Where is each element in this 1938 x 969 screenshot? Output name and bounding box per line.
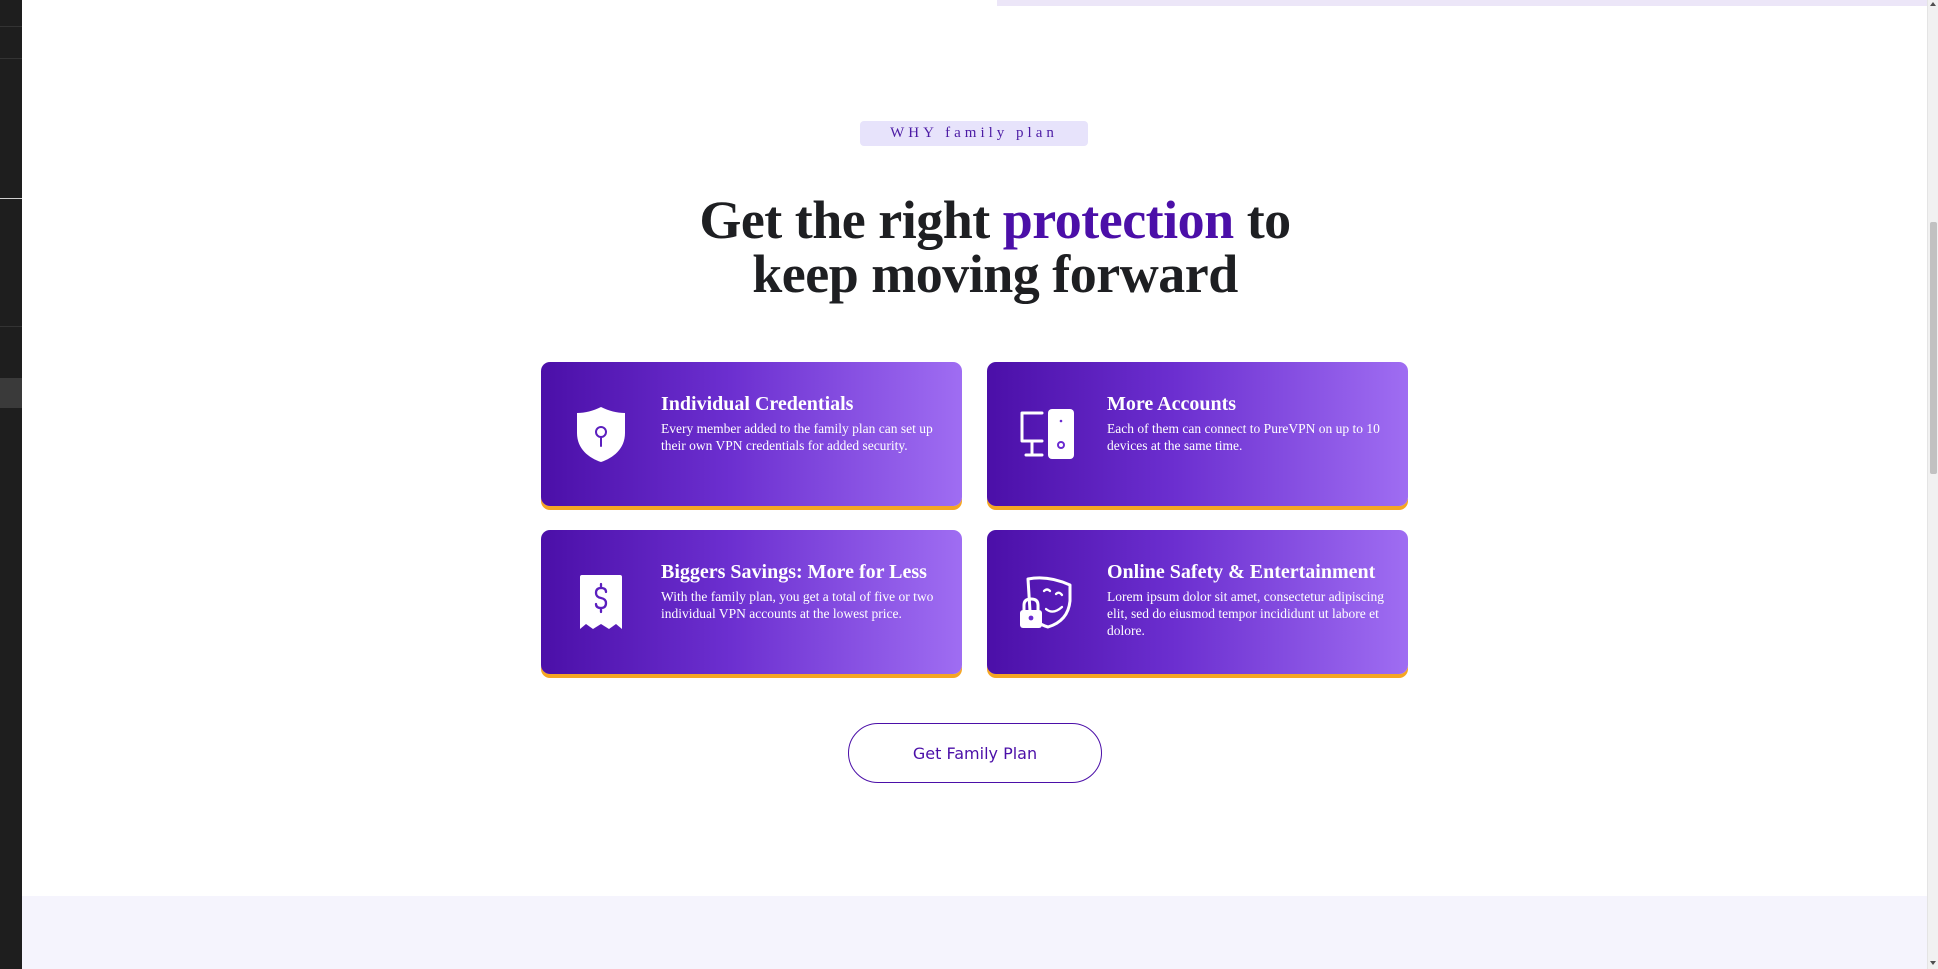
- section-eyebrow: WHY family plan: [860, 121, 1088, 146]
- strip-divider: [0, 326, 22, 327]
- scroll-up-arrow-icon[interactable]: [1930, 2, 1936, 6]
- headline-accent: protection: [1002, 190, 1234, 250]
- feature-description: Every member added to the family plan ca…: [661, 421, 933, 453]
- get-family-plan-button[interactable]: Get Family Plan: [848, 723, 1102, 783]
- feature-card-individual-credentials: Individual Credentials Every member adde…: [541, 362, 962, 506]
- dollar-receipt-icon: [541, 530, 661, 674]
- feature-title: More Accounts: [1107, 393, 1237, 415]
- devices-icon: [987, 362, 1107, 506]
- feature-card-bigger-savings: Biggers Savings: More for Less With the …: [541, 530, 962, 674]
- feature-card-more-accounts: More Accounts Each of them can connect t…: [987, 362, 1408, 506]
- theater-masks-lock-icon: [987, 530, 1107, 674]
- devtools-side-strip: [0, 0, 22, 969]
- feature-description: Each of them can connect to PureVPN on u…: [1107, 421, 1380, 453]
- strip-marker: [0, 198, 22, 199]
- feature-description: With the family plan, you get a total of…: [661, 589, 934, 621]
- next-section-edge: [22, 896, 1927, 969]
- page-content: WHY family plan Get the right protection…: [22, 0, 1927, 969]
- section-headline: Get the right protection to keep moving …: [492, 193, 1498, 301]
- feature-title: Individual Credentials: [661, 393, 854, 415]
- feature-title: Online Safety & Entertainment: [1107, 561, 1376, 583]
- feature-description: Lorem ipsum dolor sit amet, consectetur …: [1107, 589, 1385, 638]
- headline-line2: keep moving forward: [752, 244, 1238, 304]
- vertical-scrollbar[interactable]: [1927, 0, 1938, 969]
- shield-keyhole-icon: [541, 362, 661, 506]
- strip-divider: [0, 58, 22, 59]
- scroll-down-arrow-icon[interactable]: [1930, 961, 1936, 965]
- scrollbar-thumb[interactable]: [1930, 222, 1937, 474]
- feature-card-online-safety: Online Safety & Entertainment Lorem ipsu…: [987, 530, 1408, 674]
- headline-part1: Get the right: [699, 190, 1003, 250]
- strip-divider: [0, 26, 22, 27]
- feature-title: Biggers Savings: More for Less: [661, 561, 927, 583]
- strip-highlight: [0, 378, 22, 408]
- headline-part2: to: [1233, 190, 1291, 250]
- previous-section-edge: [997, 0, 1927, 6]
